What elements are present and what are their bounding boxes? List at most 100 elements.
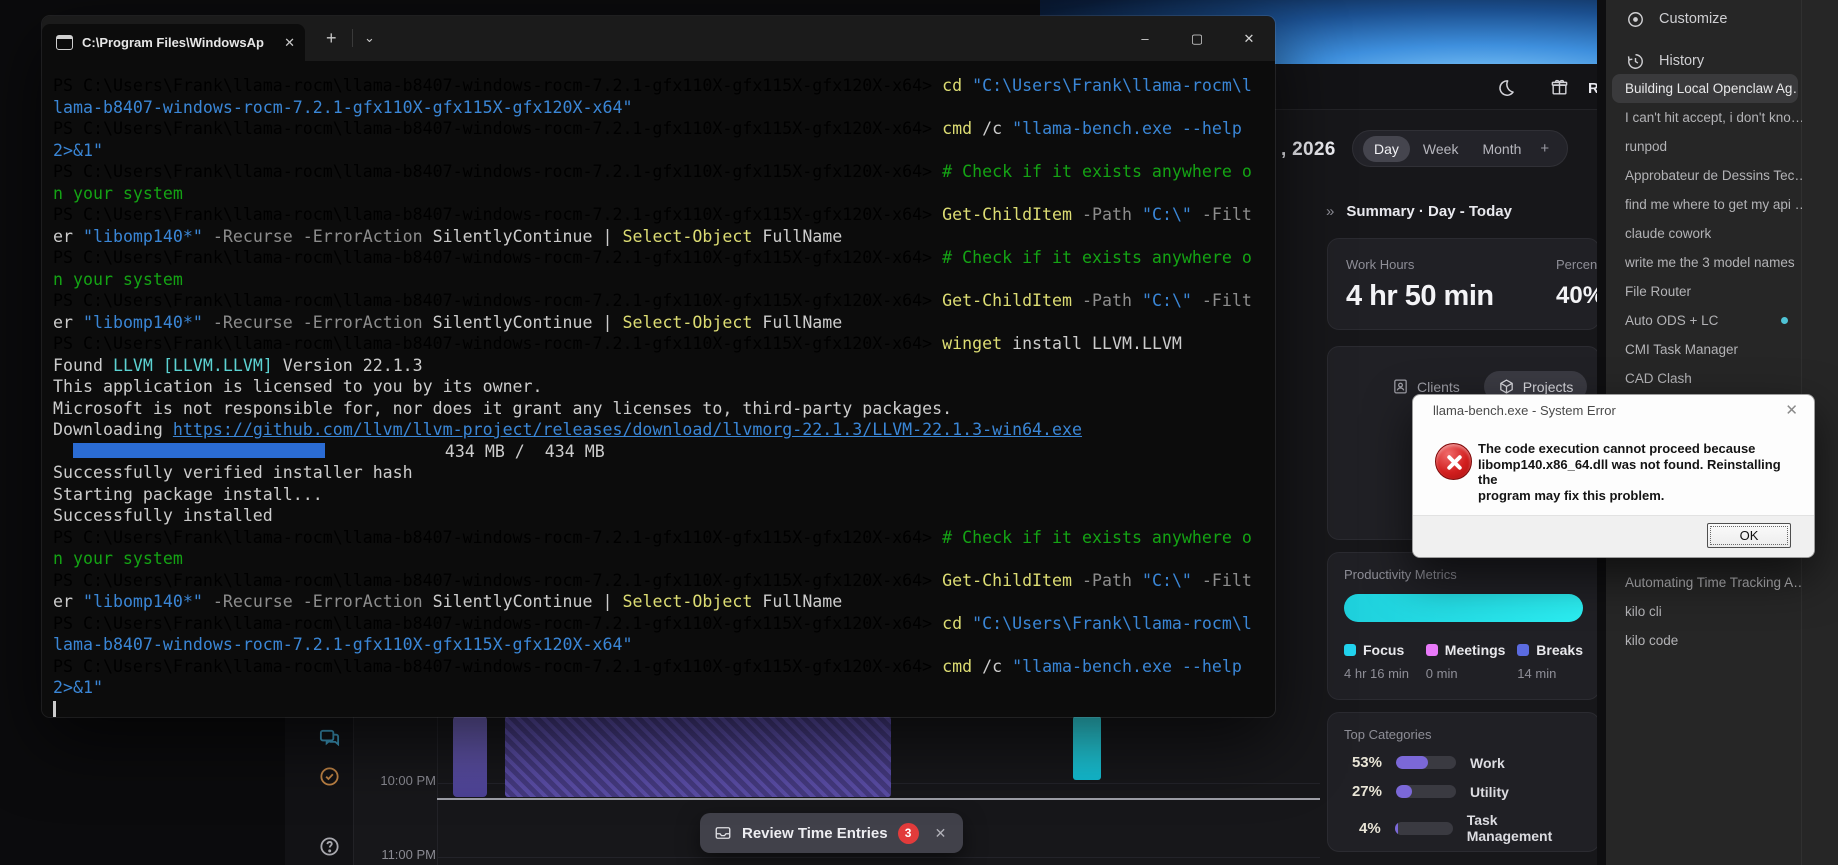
terminal-line: PS C:\Users\Frank\llama-rocm\llama-b8407… (53, 247, 1275, 269)
add-range-button[interactable]: + (1540, 140, 1549, 157)
system-error-dialog: llama-bench.exe - System Error ✕ The cod… (1412, 394, 1815, 558)
terminal-line: er "libomp140*" -Recurse -ErrorAction Si… (53, 226, 1275, 248)
sidebar-item-history[interactable]: History (1606, 44, 1838, 78)
terminal-tab[interactable]: C:\Program Files\WindowsAp ✕ (42, 24, 305, 61)
terminal-line: Starting package install... (53, 484, 1275, 506)
history-item[interactable]: runpod (1606, 132, 1802, 161)
terminal-line: PS C:\Users\Frank\llama-rocm\llama-b8407… (53, 290, 1275, 312)
time-label-10pm: 10:00 PM (378, 773, 436, 788)
category-percent: 4% (1344, 820, 1381, 837)
productivity-label: Productivity Metrics (1344, 567, 1583, 582)
history-item[interactable]: kilo cli (1606, 597, 1802, 626)
history-item-label: Auto ODS + LC (1625, 313, 1718, 328)
tasks-check-icon[interactable] (318, 765, 341, 793)
chat-icon[interactable] (318, 727, 341, 755)
dark-mode-moon-icon[interactable] (1496, 78, 1516, 103)
terminal-line: 2>&1" (53, 677, 1275, 699)
legend-swatch (1517, 644, 1529, 656)
inbox-icon (714, 824, 732, 842)
time-entry-block[interactable] (453, 716, 487, 797)
history-list: Building Local Openclaw Ag…I can't hit a… (1606, 74, 1802, 393)
error-message-line: program may fix this problem. (1478, 488, 1798, 504)
history-item[interactable]: claude cowork (1606, 219, 1802, 248)
error-icon (1435, 443, 1472, 480)
history-item[interactable]: Auto ODS + LC (1606, 306, 1802, 335)
category-row: 4%Task Management (1344, 812, 1583, 844)
legend-name: Focus (1363, 642, 1404, 658)
tab-day[interactable]: Day (1363, 136, 1410, 162)
history-item[interactable]: File Router (1606, 277, 1802, 306)
error-message-line: The code execution cannot proceed becaus… (1478, 441, 1798, 457)
tab-close-icon[interactable]: ✕ (284, 35, 295, 51)
terminal-output[interactable]: PS C:\Users\Frank\llama-rocm\llama-b8407… (42, 61, 1275, 717)
ok-button[interactable]: OK (1707, 523, 1791, 548)
terminal-line: n your system (53, 548, 1275, 570)
legend-item: Meetings0 min (1426, 642, 1518, 681)
time-entry-block[interactable] (1073, 716, 1101, 780)
sidebar-item-customize[interactable]: Customize (1606, 2, 1838, 36)
history-item[interactable]: find me where to get my api … (1606, 190, 1802, 219)
history-item-label: write me the 3 model names (1625, 255, 1795, 270)
history-item[interactable]: kilo code (1606, 626, 1802, 655)
desktop: R , 2026 Day Week Month + » Summary · Da… (0, 0, 1838, 865)
history-item[interactable]: write me the 3 model names (1606, 248, 1802, 277)
new-tab-button[interactable]: + (326, 28, 337, 49)
clients-person-icon (1392, 378, 1409, 395)
category-row: 27%Utility (1344, 783, 1583, 800)
terminal-line: This application is licensed to you by i… (53, 376, 1275, 398)
terminal-line: Downloading https://github.com/llvm/llvm… (53, 419, 1275, 441)
history-item[interactable]: Building Local Openclaw Ag… (1612, 74, 1798, 103)
terminal-line (53, 699, 1275, 718)
terminal-line: Found LLVM [LLVM.LLVM] Version 22.1.3 (53, 355, 1275, 377)
active-time-entry-block[interactable] (505, 716, 891, 797)
percent-value: 40% (1556, 282, 1600, 310)
history-item[interactable]: Automating Time Tracking A… (1606, 568, 1802, 597)
terminal-line: lama-b8407-windows-rocm-7.2.1-gfx110X-gf… (53, 97, 1275, 119)
terminal-line: PS C:\Users\Frank\llama-rocm\llama-b8407… (53, 333, 1275, 355)
work-hours-card: Work Hours 4 hr 50 min Percent 40% (1327, 238, 1600, 330)
collapse-chevron-icon[interactable]: » (1326, 203, 1334, 220)
top-categories-card: Top Categories 53% Work 27%Utility 4%Task M… (1327, 712, 1600, 852)
history-icon (1626, 52, 1645, 71)
legend-value: 0 min (1426, 666, 1518, 681)
close-button[interactable]: ✕ (1223, 16, 1275, 61)
percent-label: Percent (1556, 257, 1600, 272)
range-switcher: Day Week Month + (1352, 130, 1568, 167)
category-percent: 53% (1344, 754, 1382, 771)
history-item[interactable]: CMI Task Manager (1606, 335, 1802, 364)
history-item[interactable]: I can't hit accept, i don't kno… (1606, 103, 1802, 132)
current-time-line (437, 798, 1320, 800)
terminal-line: Successfully verified installer hash (53, 462, 1275, 484)
tab-month[interactable]: Month (1471, 136, 1532, 162)
work-hours-label: Work Hours (1346, 257, 1581, 272)
work-hours-value: 4 hr 50 min (1346, 280, 1581, 313)
history-item-label: claude cowork (1625, 226, 1711, 241)
category-name: Work (1470, 755, 1505, 771)
history-item-label: kilo cli (1625, 604, 1662, 619)
tab-week[interactable]: Week (1412, 136, 1470, 162)
maximize-button[interactable]: ▢ (1171, 16, 1223, 61)
category-bar (1396, 785, 1456, 798)
hour-gridline (437, 857, 1320, 858)
help-question-icon[interactable] (318, 835, 341, 863)
category-bar (1395, 822, 1453, 835)
history-item[interactable]: CAD Clash (1606, 364, 1802, 393)
history-item-label: Approbateur de Dessins Tec… (1625, 168, 1802, 183)
top-categories-label: Top Categories (1344, 727, 1583, 742)
terminal-line: PS C:\Users\Frank\llama-rocm\llama-b8407… (53, 118, 1275, 140)
history-item-label: File Router (1625, 284, 1691, 299)
history-item-label: find me where to get my api … (1625, 197, 1802, 212)
tab-dropdown-icon[interactable]: ⌄ (364, 30, 375, 46)
terminal-titlebar[interactable]: C:\Program Files\WindowsAp ✕ + ⌄ – ▢ ✕ (42, 16, 1275, 61)
terminal-line: er "libomp140*" -Recurse -ErrorAction Si… (53, 591, 1275, 613)
legend-name: Breaks (1536, 642, 1583, 658)
dialog-close-icon[interactable]: ✕ (1785, 401, 1798, 419)
terminal-line: Successfully installed (53, 505, 1275, 527)
review-banner-label: Review Time Entries (742, 825, 888, 842)
terminal-line: n your system (53, 183, 1275, 205)
history-item[interactable]: Approbateur de Dessins Tec… (1606, 161, 1802, 190)
minimize-button[interactable]: – (1119, 16, 1171, 61)
dismiss-banner-icon[interactable]: ✕ (935, 825, 947, 842)
gift-icon[interactable] (1550, 78, 1569, 102)
review-time-entries-banner[interactable]: Review Time Entries 3 ✕ (700, 813, 963, 853)
